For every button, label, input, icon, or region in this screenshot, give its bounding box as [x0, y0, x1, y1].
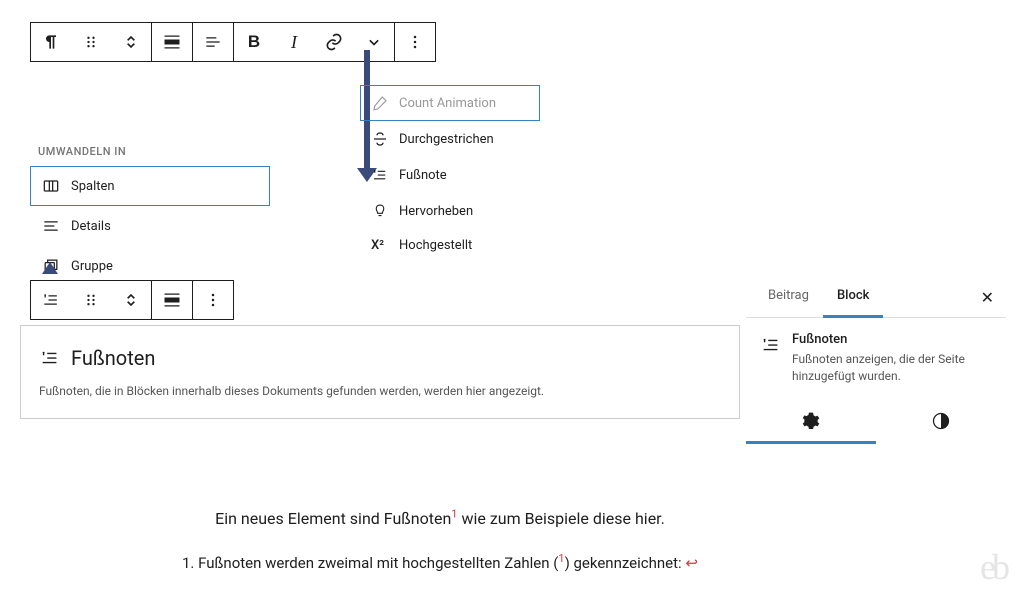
align-left-icon[interactable]	[193, 23, 233, 61]
transform-panel: UMWANDELN IN Spalten Details Gruppe	[30, 145, 270, 286]
footnote-icon	[371, 166, 389, 184]
move-handle-icon[interactable]	[111, 23, 151, 61]
format-dropdown: Count Animation Durchgestrichen Fußnote …	[360, 85, 540, 262]
more-options-icon[interactable]	[395, 23, 435, 61]
toolbar-group-options	[395, 23, 435, 61]
dropdown-item-label: Hochgestellt	[399, 238, 472, 253]
block-description: Fußnoten, die in Blöcken innerhalb diese…	[39, 384, 721, 398]
dropdown-item-superscript[interactable]: X² Hochgestellt	[360, 229, 540, 262]
drag-handle-icon[interactable]	[71, 23, 111, 61]
paragraph-icon[interactable]	[31, 23, 71, 61]
footnote-icon	[39, 347, 61, 369]
bold-button[interactable]: B	[234, 23, 274, 61]
inspector-style-tabs	[746, 401, 1006, 444]
dropdown-item-label: Count Animation	[399, 96, 496, 111]
details-icon	[41, 216, 61, 236]
inspector-panel: Beitrag Block ✕ Fußnoten Fußnoten anzeig…	[746, 278, 1006, 444]
dropdown-item-highlight[interactable]: Hervorheben	[360, 193, 540, 229]
footnote-icon	[760, 334, 782, 356]
transform-item-columns[interactable]: Spalten	[30, 166, 270, 206]
transform-item-label: Gruppe	[71, 259, 113, 274]
example-text-part: Ein neues Element sind Fußnoten	[215, 509, 451, 528]
block-toolbar: B I	[30, 22, 436, 62]
dropdown-item-strikethrough[interactable]: Durchgestrichen	[360, 121, 540, 157]
transform-item-details[interactable]: Details	[30, 206, 270, 246]
highlight-icon	[371, 202, 389, 220]
tab-block[interactable]: Block	[823, 278, 883, 318]
enter-mark-icon: ↩	[685, 554, 698, 572]
tab-post[interactable]: Beitrag	[754, 278, 823, 318]
link-icon[interactable]	[314, 23, 354, 61]
styles-tab-icon[interactable]	[876, 401, 1006, 444]
watermark-logo: eb	[980, 546, 1006, 588]
settings-tab-icon[interactable]	[746, 401, 876, 444]
dropdown-item-label: Fußnote	[399, 168, 447, 183]
columns-icon	[41, 176, 61, 196]
dropdown-item-label: Durchgestrichen	[399, 132, 494, 147]
chevron-down-icon[interactable]	[354, 23, 394, 61]
more-options-icon[interactable]	[193, 281, 233, 319]
transform-item-label: Details	[71, 219, 111, 234]
toolbar-group-align	[152, 23, 193, 61]
block-title: Fußnoten	[71, 346, 155, 370]
example-text: Ein neues Element sind Fußnoten1 wie zum…	[0, 505, 880, 577]
dropdown-item-footnote[interactable]: Fußnote	[360, 157, 540, 193]
pencil-icon	[371, 94, 389, 112]
transform-item-label: Spalten	[71, 179, 115, 194]
footnote-text-part: 1. Fußnoten werden zweimal mit hochgeste…	[182, 554, 558, 572]
align-wide-icon[interactable]	[152, 281, 192, 319]
inspector-tabs: Beitrag Block ✕	[746, 278, 1006, 318]
close-icon[interactable]: ✕	[977, 278, 998, 317]
dropdown-item-count-animation[interactable]: Count Animation	[360, 85, 540, 121]
move-handle-icon[interactable]	[111, 281, 151, 319]
footnote-text-part: ) gekennzeichnet:	[565, 554, 686, 572]
drag-handle-icon[interactable]	[71, 281, 111, 319]
footnote-block-icon[interactable]	[31, 281, 71, 319]
toolbar-group-format: B I	[234, 23, 395, 61]
italic-button[interactable]: I	[274, 23, 314, 61]
superscript-icon: X²	[371, 238, 389, 253]
secondary-toolbar	[30, 280, 234, 320]
inspector-block-name: Fußnoten	[792, 332, 992, 347]
toolbar-group-justify	[193, 23, 234, 61]
toolbar-group-block	[31, 23, 152, 61]
transform-panel-title: UMWANDELN IN	[30, 145, 270, 158]
align-wide-icon[interactable]	[152, 23, 192, 61]
dropdown-item-label: Hervorheben	[399, 204, 473, 219]
inspector-header: Fußnoten Fußnoten anzeigen, die der Seit…	[746, 318, 1006, 401]
strikethrough-icon	[371, 130, 389, 148]
footnotes-block[interactable]: Fußnoten Fußnoten, die in Blöcken innerh…	[20, 325, 740, 419]
inspector-block-desc: Fußnoten anzeigen, die der Seite hinzuge…	[792, 351, 992, 385]
example-text-part: wie zum Beispiele diese hier.	[457, 509, 664, 528]
